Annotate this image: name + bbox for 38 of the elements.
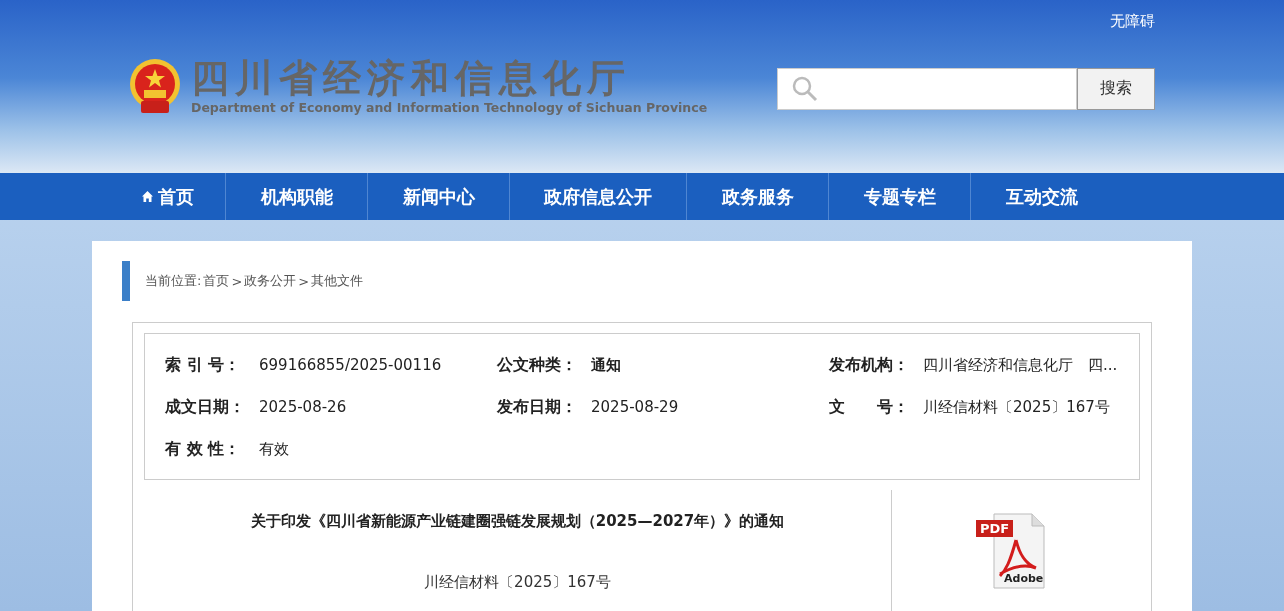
national-emblem-icon xyxy=(129,56,181,115)
field-label: 索 引 号： xyxy=(165,354,242,376)
nav-item[interactable]: 政府信息公开 xyxy=(510,173,687,220)
nav-item[interactable]: 互动交流 xyxy=(971,173,1112,220)
field-label: 文 号： xyxy=(829,396,910,418)
accessibility-link[interactable]: 无障碍 xyxy=(1110,12,1155,31)
nav-item[interactable]: 机构职能 xyxy=(226,173,368,220)
field-value: 通知 xyxy=(591,355,621,375)
breadcrumb-link[interactable]: 首页 xyxy=(203,272,230,290)
home-icon xyxy=(141,190,154,203)
breadcrumb-prefix: 当前位置: xyxy=(145,272,202,290)
document-number: 川经信材料〔2025〕167号 xyxy=(423,573,612,592)
nav-item[interactable]: 首页 xyxy=(110,173,226,220)
breadcrumb-link[interactable]: 其他文件 xyxy=(311,272,364,290)
breadcrumb-separator: > xyxy=(231,273,243,289)
search-field[interactable] xyxy=(777,67,1077,110)
field-value: 川经信材料〔2025〕167号 xyxy=(923,397,1110,417)
field-label: 有 效 性： xyxy=(165,438,242,460)
document-title: 关于印发《四川省新能源产业链建圈强链发展规划（2025—2027年）》的通知 xyxy=(249,512,786,531)
search-button[interactable]: 搜索 xyxy=(1077,67,1155,110)
field-label: 公文种类： xyxy=(497,354,578,376)
field-label: 发布机构： xyxy=(829,354,910,376)
nav-item[interactable]: 新闻中心 xyxy=(368,173,510,220)
field-value: 699166855/2025-00116 xyxy=(259,356,442,374)
field-label: 成文日期： xyxy=(165,396,246,418)
field-value: 有效 xyxy=(259,439,289,459)
nav-item[interactable]: 专题专栏 xyxy=(829,173,971,220)
search-icon xyxy=(792,75,818,102)
field-value: 2025-08-26 xyxy=(259,398,347,416)
site-subtitle: Department of Economy and Information Technology of Sichuan Province xyxy=(191,100,708,115)
field-label: 发布日期： xyxy=(497,396,578,418)
site-title: 四川省经济和信息化厅 xyxy=(191,56,632,100)
nav-item[interactable]: 政务服务 xyxy=(687,173,829,220)
field-value: 2025-08-29 xyxy=(591,398,679,416)
breadcrumb-separator: > xyxy=(298,273,310,289)
field-value: 四川省经济和信息化厅 四... xyxy=(923,355,1118,375)
breadcrumb-link[interactable]: 政务公开 xyxy=(244,272,297,290)
accent-bar xyxy=(122,261,130,301)
